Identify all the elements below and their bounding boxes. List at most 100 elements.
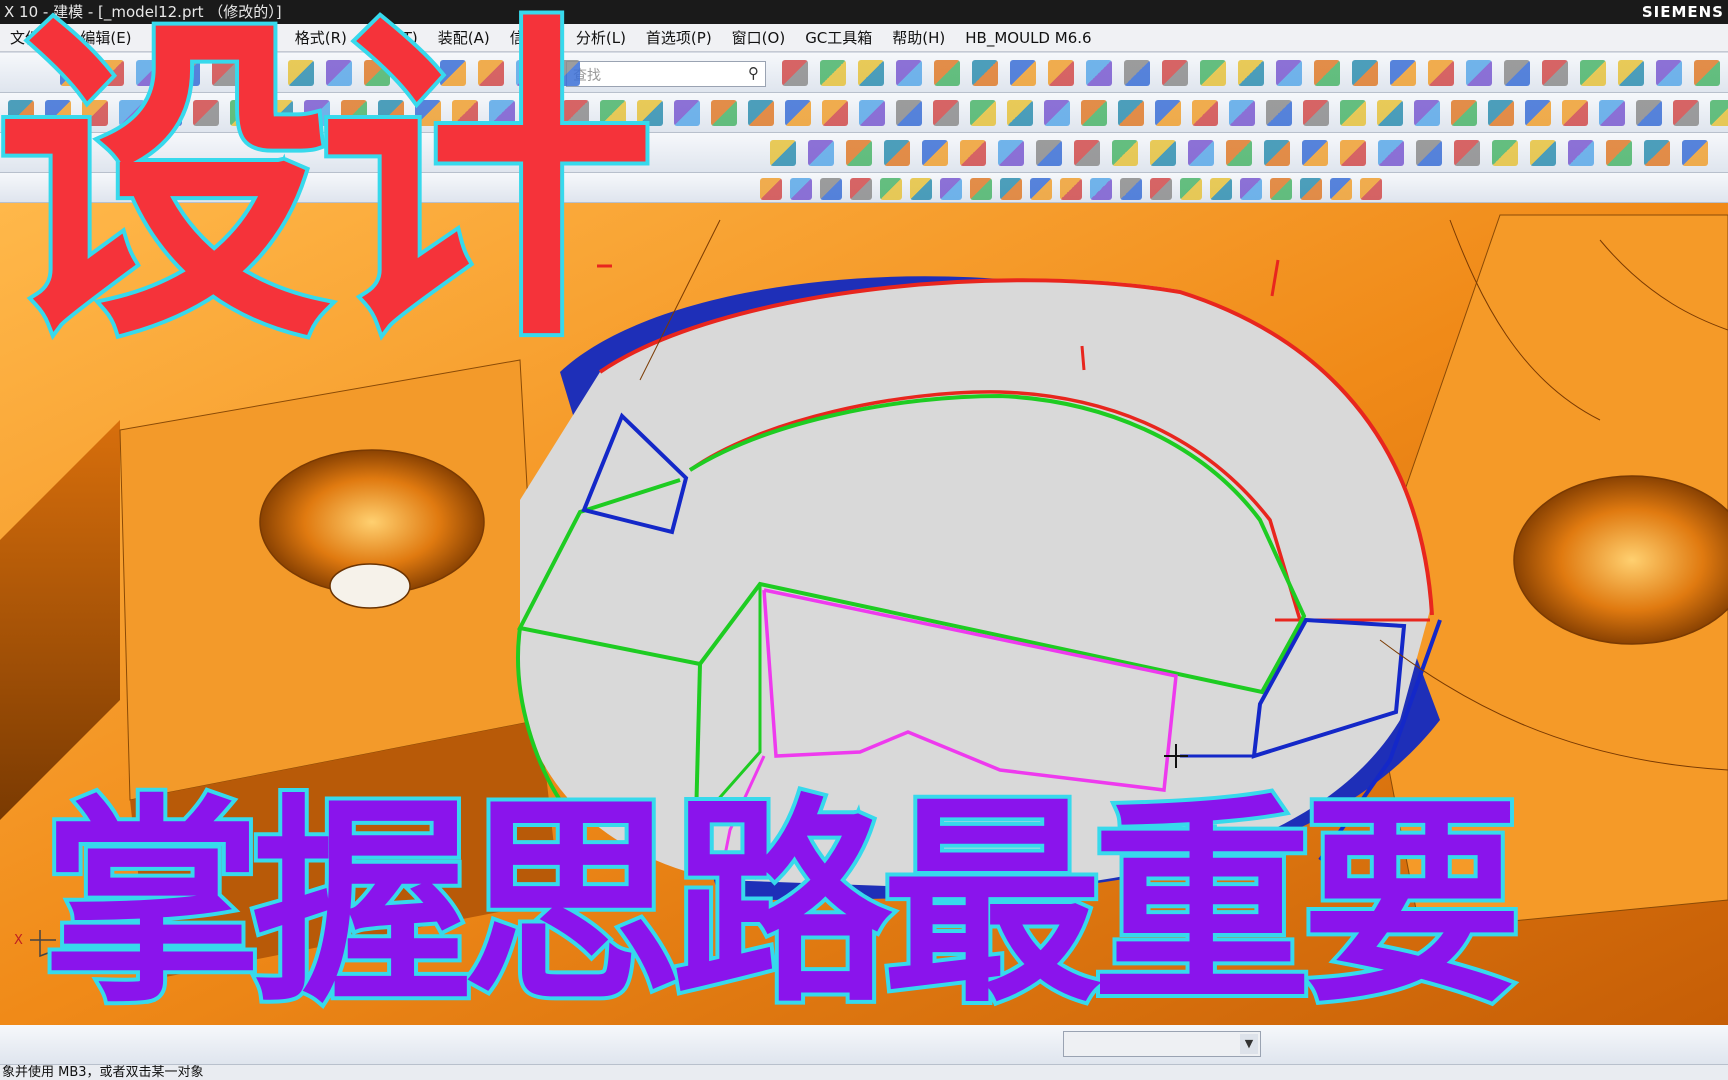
toolbar-tool-icon[interactable]: [934, 60, 960, 86]
toolbar-tool-icon[interactable]: [1360, 178, 1382, 200]
toolbar-tool-icon[interactable]: [1118, 100, 1144, 126]
toolbar-tool-icon[interactable]: [1492, 140, 1518, 166]
toolbar-tool-icon[interactable]: [998, 140, 1024, 166]
toolbar-tool-icon[interactable]: [1525, 100, 1551, 126]
toolbar-tool-icon[interactable]: [1192, 100, 1218, 126]
toolbar-tool-icon[interactable]: [748, 100, 774, 126]
toolbar-tool-icon[interactable]: [1530, 140, 1556, 166]
toolbar-tool-icon[interactable]: [760, 178, 782, 200]
toolbar-tool-icon[interactable]: [970, 100, 996, 126]
toolbar-tool-icon[interactable]: [1276, 60, 1302, 86]
toolbar-tool-icon[interactable]: [933, 100, 959, 126]
toolbar-tool-icon[interactable]: [1264, 140, 1290, 166]
toolbar-tool-icon[interactable]: [822, 100, 848, 126]
toolbar-tool-icon[interactable]: [1710, 100, 1728, 126]
toolbar-tool-icon[interactable]: [785, 100, 811, 126]
toolbar-tool-icon[interactable]: [1644, 140, 1670, 166]
toolbar-tool-icon[interactable]: [1210, 178, 1232, 200]
toolbar-tool-icon[interactable]: [1180, 178, 1202, 200]
toolbar-tool-icon[interactable]: [1414, 100, 1440, 126]
toolbar-tool-icon[interactable]: [1060, 178, 1082, 200]
toolbar-tool-icon[interactable]: [1007, 100, 1033, 126]
toolbar-tool-icon[interactable]: [1000, 178, 1022, 200]
toolbar-tool-icon[interactable]: [972, 60, 998, 86]
toolbar-tool-icon[interactable]: [1044, 100, 1070, 126]
toolbar-tool-icon[interactable]: [1124, 60, 1150, 86]
toolbar-tool-icon[interactable]: [808, 140, 834, 166]
toolbar-tool-icon[interactable]: [790, 178, 812, 200]
toolbar-tool-icon[interactable]: [1086, 60, 1112, 86]
toolbar-tool-icon[interactable]: [1580, 60, 1606, 86]
chevron-down-icon[interactable]: ▼: [1240, 1034, 1258, 1054]
toolbar-tool-icon[interactable]: [1120, 178, 1142, 200]
toolbar-tool-icon[interactable]: [1340, 140, 1366, 166]
toolbar-tool-icon[interactable]: [1378, 140, 1404, 166]
toolbar-tool-icon[interactable]: [858, 60, 884, 86]
search-icon[interactable]: ⚲: [748, 64, 759, 82]
toolbar-tool-icon[interactable]: [1656, 60, 1682, 86]
toolbar-tool-icon[interactable]: [1238, 60, 1264, 86]
menu-window[interactable]: 窗口(O): [722, 27, 796, 48]
toolbar-tool-icon[interactable]: [970, 178, 992, 200]
toolbar-tool-icon[interactable]: [1377, 100, 1403, 126]
toolbar-tool-icon[interactable]: [711, 100, 737, 126]
toolbar-tool-icon[interactable]: [880, 178, 902, 200]
toolbar-tool-icon[interactable]: [1266, 100, 1292, 126]
filter-combo[interactable]: ▼: [1063, 1031, 1261, 1057]
menu-hb-mould[interactable]: HB_MOULD M6.6: [955, 29, 1101, 47]
toolbar-tool-icon[interactable]: [1270, 178, 1292, 200]
toolbar-tool-icon[interactable]: [1454, 140, 1480, 166]
toolbar-tool-icon[interactable]: [1200, 60, 1226, 86]
toolbar-tool-icon[interactable]: [1303, 100, 1329, 126]
toolbar-tool-icon[interactable]: [1390, 60, 1416, 86]
toolbar-tool-icon[interactable]: [782, 60, 808, 86]
toolbar-tool-icon[interactable]: [1036, 140, 1062, 166]
menu-help[interactable]: 帮助(H): [882, 27, 955, 48]
toolbar-tool-icon[interactable]: [922, 140, 948, 166]
toolbar-tool-icon[interactable]: [1568, 140, 1594, 166]
toolbar-tool-icon[interactable]: [1188, 140, 1214, 166]
toolbar-tool-icon[interactable]: [1562, 100, 1588, 126]
toolbar-tool-icon[interactable]: [1030, 178, 1052, 200]
toolbar-tool-icon[interactable]: [846, 140, 872, 166]
toolbar-tool-icon[interactable]: [1314, 60, 1340, 86]
toolbar-tool-icon[interactable]: [1074, 140, 1100, 166]
toolbar-tool-icon[interactable]: [1150, 140, 1176, 166]
menu-gc-toolbox[interactable]: GC工具箱: [795, 27, 882, 48]
toolbar-tool-icon[interactable]: [770, 140, 796, 166]
toolbar-tool-icon[interactable]: [1302, 140, 1328, 166]
toolbar-tool-icon[interactable]: [960, 140, 986, 166]
toolbar-tool-icon[interactable]: [820, 60, 846, 86]
toolbar-tool-icon[interactable]: [1488, 100, 1514, 126]
toolbar-tool-icon[interactable]: [1466, 60, 1492, 86]
toolbar-tool-icon[interactable]: [1416, 140, 1442, 166]
toolbar-tool-icon[interactable]: [896, 60, 922, 86]
toolbar-tool-icon[interactable]: [1636, 100, 1662, 126]
toolbar-tool-icon[interactable]: [910, 178, 932, 200]
toolbar-tool-icon[interactable]: [859, 100, 885, 126]
toolbar-tool-icon[interactable]: [1606, 140, 1632, 166]
toolbar-tool-icon[interactable]: [1300, 178, 1322, 200]
toolbar-tool-icon[interactable]: [1682, 140, 1708, 166]
toolbar-tool-icon[interactable]: [1673, 100, 1699, 126]
toolbar-tool-icon[interactable]: [820, 178, 842, 200]
toolbar-tool-icon[interactable]: [1081, 100, 1107, 126]
toolbar-tool-icon[interactable]: [1226, 140, 1252, 166]
toolbar-tool-icon[interactable]: [1162, 60, 1188, 86]
toolbar-tool-icon[interactable]: [1112, 140, 1138, 166]
toolbar-tool-icon[interactable]: [637, 100, 663, 126]
toolbar-tool-icon[interactable]: [940, 178, 962, 200]
toolbar-tool-icon[interactable]: [1599, 100, 1625, 126]
toolbar-tool-icon[interactable]: [896, 100, 922, 126]
menu-preferences[interactable]: 首选项(P): [636, 27, 722, 48]
toolbar-tool-icon[interactable]: [1340, 100, 1366, 126]
toolbar-tool-icon[interactable]: [1352, 60, 1378, 86]
toolbar-tool-icon[interactable]: [1330, 178, 1352, 200]
toolbar-tool-icon[interactable]: [1240, 178, 1262, 200]
toolbar-tool-icon[interactable]: [1048, 60, 1074, 86]
toolbar-tool-icon[interactable]: [1542, 60, 1568, 86]
toolbar-tool-icon[interactable]: [1010, 60, 1036, 86]
toolbar-tool-icon[interactable]: [1451, 100, 1477, 126]
toolbar-tool-icon[interactable]: [1229, 100, 1255, 126]
toolbar-tool-icon[interactable]: [850, 178, 872, 200]
